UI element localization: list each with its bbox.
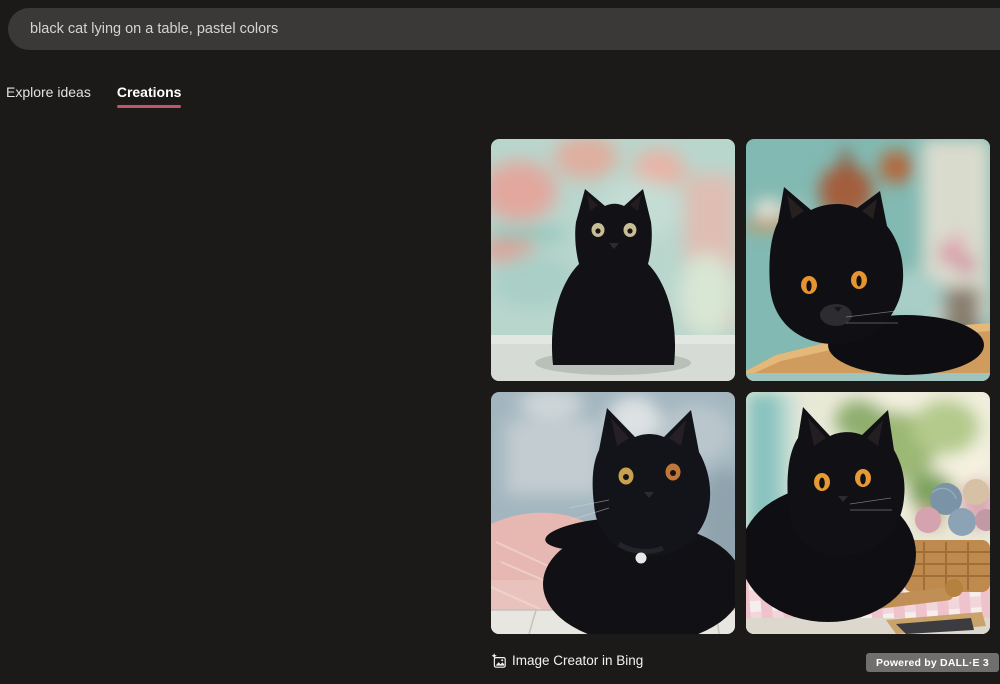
generated-image-4[interactable]	[746, 392, 990, 634]
image-creator-icon	[491, 653, 506, 668]
search-bar[interactable]	[8, 8, 1000, 50]
cat-photo-1	[491, 139, 735, 381]
dalle-badge: Powered by DALL·E 3	[866, 653, 999, 672]
cat-photo-4	[746, 392, 990, 634]
tab-explore-ideas-label: Explore ideas	[6, 84, 91, 100]
active-tab-underline	[117, 105, 182, 108]
search-input[interactable]	[28, 20, 1000, 38]
tab-creations-label: Creations	[117, 84, 182, 100]
generated-image-2[interactable]	[746, 139, 990, 381]
tab-explore-ideas[interactable]: Explore ideas	[6, 84, 91, 108]
image-creator-credit-label: Image Creator in Bing	[512, 653, 643, 668]
creations-grid	[491, 139, 990, 634]
image-creator-credit: Image Creator in Bing	[491, 653, 643, 668]
tab-bar: Explore ideas Creations	[6, 84, 181, 108]
generated-image-3[interactable]	[491, 392, 735, 634]
cat-photo-2	[746, 139, 990, 381]
tab-creations[interactable]: Creations	[117, 84, 182, 108]
cat-photo-3	[491, 392, 735, 634]
generated-image-1[interactable]	[491, 139, 735, 381]
